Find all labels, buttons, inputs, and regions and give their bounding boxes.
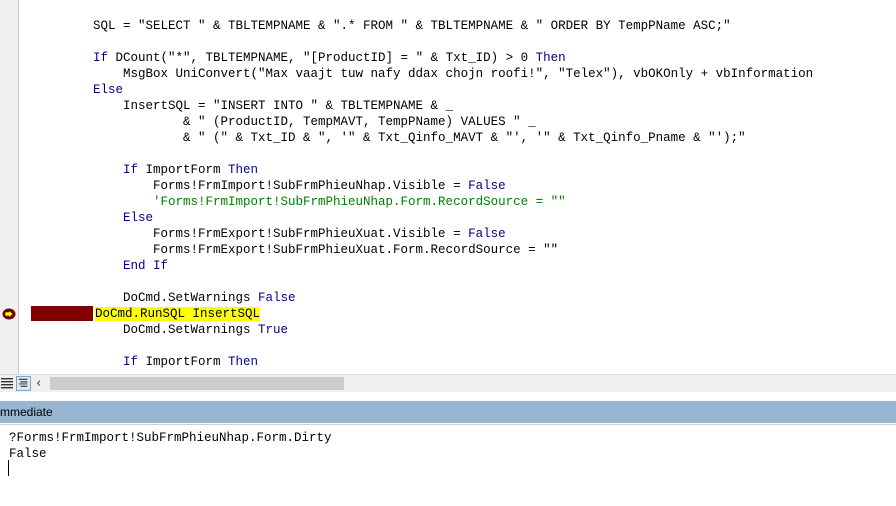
- breakpoint-bar: [31, 306, 93, 321]
- procedure-view-icon[interactable]: [0, 376, 15, 391]
- scroll-left-icon[interactable]: ‹: [36, 375, 48, 392]
- code-keyword: Then: [228, 355, 259, 369]
- code-line[interactable]: Forms!FrmImport!SubFrmPhieuNhap.Visible …: [63, 178, 506, 194]
- code-keyword: Then: [535, 51, 566, 65]
- code-line[interactable]: & " (ProductID, TempMAVT, TempPName) VAL…: [63, 114, 536, 130]
- code-keyword: False: [468, 227, 506, 241]
- code-line[interactable]: If ImportForm Then: [63, 162, 258, 178]
- code-text: DoCmd.SetWarnings: [63, 291, 259, 305]
- code-line[interactable]: MsgBox UniConvert("Max vaajt tuw nafy dd…: [63, 66, 813, 82]
- code-keyword: Else: [63, 211, 154, 225]
- code-editor[interactable]: SQL = "SELECT " & TBLTEMPNAME & ".* FROM…: [0, 0, 896, 374]
- code-keyword: If: [63, 355, 146, 369]
- code-keyword: True: [258, 323, 289, 337]
- code-line[interactable]: Forms!FrmExport!SubFrmPhieuXuat.Visible …: [63, 226, 506, 242]
- full-module-view-icon[interactable]: [16, 376, 31, 391]
- code-text: Forms!FrmExport!SubFrmPhieuXuat.Visible …: [63, 227, 469, 241]
- code-line[interactable]: Else: [63, 210, 153, 226]
- code-line[interactable]: 'Forms!FrmImport!SubFrmPhieuNhap.Form.Re…: [63, 194, 566, 210]
- code-line[interactable]: Else: [63, 82, 123, 98]
- code-line[interactable]: Forms!FrmExport!SubFrmPhieuXuat.Form.Rec…: [63, 242, 558, 258]
- code-line[interactable]: If ImportForm Then: [63, 354, 258, 370]
- code-line[interactable]: DoCmd.SetWarnings True: [63, 322, 288, 338]
- immediate-window[interactable]: ?Forms!FrmImport!SubFrmPhieuNhap.Form.Di…: [0, 424, 896, 506]
- horizontal-scrollbar[interactable]: ‹: [0, 374, 896, 393]
- code-line[interactable]: DoCmd.RunSQL InsertSQL: [95, 306, 261, 322]
- code-text: DoCmd.SetWarnings: [63, 323, 259, 337]
- code-keyword: Then: [228, 163, 259, 177]
- code-text: Forms!FrmImport!SubFrmPhieuNhap.Visible …: [63, 179, 469, 193]
- code-keyword: If: [63, 51, 116, 65]
- pane-splitter[interactable]: [0, 392, 896, 401]
- immediate-line: ?Forms!FrmImport!SubFrmPhieuNhap.Form.Di…: [9, 431, 332, 445]
- code-line[interactable]: If DCount("*", TBLTEMPNAME, "[ProductID]…: [63, 50, 566, 66]
- code-text: MsgBox UniConvert("Max vaajt tuw nafy dd…: [63, 67, 814, 81]
- code-line[interactable]: End If: [63, 258, 168, 274]
- code-text: & " (" & Txt_ID & ", '" & Txt_Qinfo_MAVT…: [63, 131, 746, 145]
- code-text: Forms!FrmExport!SubFrmPhieuXuat.Form.Rec…: [63, 243, 559, 257]
- code-comment: 'Forms!FrmImport!SubFrmPhieuNhap.Form.Re…: [63, 195, 566, 209]
- code-line[interactable]: SQL = "SELECT " & TBLTEMPNAME & ".* FROM…: [63, 18, 731, 34]
- current-statement-arrow-icon: [2, 308, 16, 320]
- scrollbar-thumb[interactable]: [50, 377, 344, 390]
- code-text: ImportForm: [145, 355, 229, 369]
- code-text: & " (ProductID, TempMAVT, TempPName) VAL…: [63, 115, 536, 129]
- text-caret: [8, 460, 9, 476]
- code-line[interactable]: & " (" & Txt_ID & ", '" & Txt_Qinfo_MAVT…: [63, 130, 746, 146]
- code-keyword: If: [63, 163, 146, 177]
- code-text: ImportForm: [145, 163, 229, 177]
- code-text: SQL = "SELECT " & TBLTEMPNAME & ".* FROM…: [63, 19, 731, 33]
- current-statement: DoCmd.RunSQL InsertSQL: [95, 307, 261, 321]
- code-line[interactable]: DoCmd.SetWarnings False: [63, 290, 296, 306]
- code-keyword: Else: [63, 83, 124, 97]
- code-keyword: False: [468, 179, 506, 193]
- code-line[interactable]: InsertSQL = "INSERT INTO " & TBLTEMPNAME…: [63, 98, 453, 114]
- immediate-window-title: mmediate: [0, 405, 53, 419]
- code-keyword: False: [258, 291, 296, 305]
- code-keyword: End If: [63, 259, 169, 273]
- immediate-line: False: [9, 447, 47, 461]
- code-text: DCount("*", TBLTEMPNAME, "[ProductID] = …: [115, 51, 536, 65]
- immediate-window-title-bar[interactable]: mmediate: [0, 401, 896, 423]
- code-text: InsertSQL = "INSERT INTO " & TBLTEMPNAME…: [63, 99, 454, 113]
